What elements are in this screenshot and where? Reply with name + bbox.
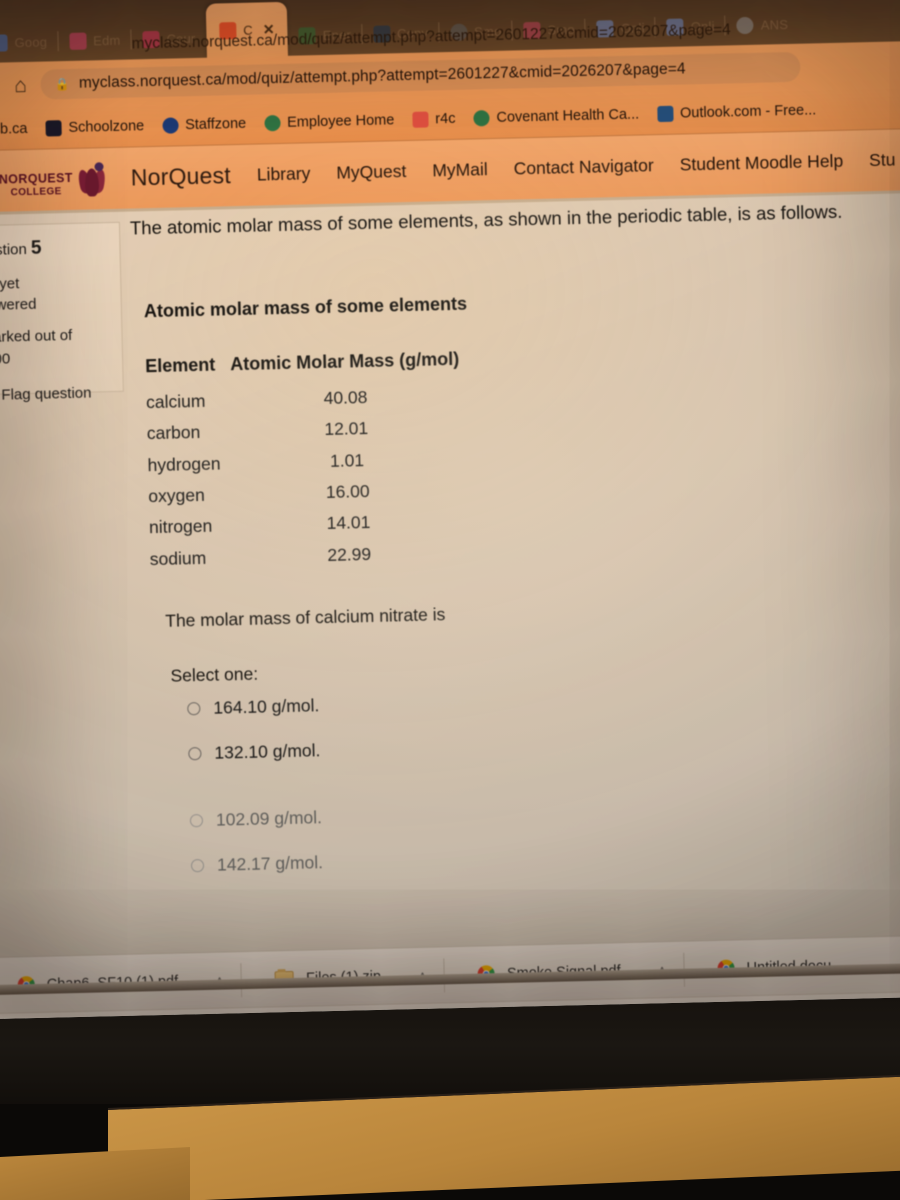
bookmark-label: r4c — [435, 110, 456, 127]
browser-tab[interactable]: ANS — [725, 4, 799, 46]
radio-button[interactable] — [187, 702, 201, 716]
answer-label: 132.10 g/mol. — [214, 740, 321, 763]
schoolzone-icon — [45, 119, 62, 137]
radio-button[interactable] — [188, 747, 202, 761]
cell-mass: 22.99 — [327, 543, 372, 565]
question-label: uestion — [0, 241, 28, 260]
staffzone-icon — [161, 116, 179, 134]
outlook-icon — [656, 105, 674, 122]
bookmark-item[interactable]: Outlook.com - Free... — [656, 101, 817, 122]
r4c-icon — [412, 111, 429, 128]
bookmark-item[interactable]: r4c — [412, 110, 456, 128]
nav-link-mymail[interactable]: MyMail — [432, 159, 488, 181]
edmonton-icon — [68, 32, 87, 50]
radio-button[interactable] — [190, 859, 205, 873]
answer-label: 142.17 g/mol. — [216, 852, 324, 875]
bookmark-label: Staffzone — [184, 115, 247, 133]
logo-line-1: NORQUEST — [0, 170, 73, 187]
bookmark-label: .epsb.ca — [0, 120, 28, 138]
answer-option[interactable]: 132.10 g/mol. — [188, 726, 900, 764]
flag-label: Flag question — [1, 384, 92, 404]
column-header-element: Element — [145, 354, 216, 377]
question-number-value: 5 — [30, 237, 42, 259]
question-marks: Marked out of 1.00 — [0, 324, 112, 371]
cell-element: calcium — [145, 390, 206, 413]
browser-tab[interactable]: Goog — [0, 21, 59, 63]
answer-label: 164.10 g/mol. — [213, 695, 320, 718]
marked-label: Marked out of — [0, 327, 73, 347]
laptop-screen: Goog Edm Cour C ✕ Ener Conv Smo Smo Onli… — [0, 0, 900, 1020]
nav-link-student-moodle-help[interactable]: Student Moodle Help — [680, 151, 844, 176]
status-line-2: nswered — [0, 296, 37, 315]
tab-label: Goog — [14, 33, 48, 50]
answer-option[interactable]: 142.17 g/mol. — [190, 838, 900, 876]
cell-element: oxygen — [148, 484, 205, 507]
select-one-label: Select one: — [170, 663, 259, 686]
question-content: The atomic molar mass of some elements, … — [120, 193, 900, 878]
cell-element: sodium — [149, 547, 207, 569]
laptop-photo: Goog Edm Cour C ✕ Ener Conv Smo Smo Onli… — [0, 0, 900, 1200]
url-text: myclass.norquest.ca/mod/quiz/attempt.php… — [78, 60, 686, 92]
answer-option[interactable]: 164.10 g/mol. — [187, 681, 900, 719]
answer-option[interactable]: 102.09 g/mol. — [189, 793, 900, 831]
question-number: uestion 5 — [0, 233, 110, 264]
desk-surface-left — [0, 1147, 190, 1200]
cell-element: hydrogen — [147, 453, 221, 475]
cell-element: carbon — [146, 422, 201, 444]
bookmark-label: Outlook.com - Free... — [679, 101, 817, 122]
nav-link-contact-navigator[interactable]: Contact Navigator — [513, 155, 654, 179]
browser-tab[interactable]: Edm — [58, 19, 132, 61]
bookmark-label: Employee Home — [286, 111, 395, 131]
home-icon[interactable]: ⌂ — [14, 73, 27, 96]
bookmark-item[interactable]: Covenant Health Ca... — [473, 106, 639, 126]
answer-label: 102.09 g/mol. — [215, 807, 323, 830]
status-line-1: lot yet — [0, 274, 20, 293]
nav-link-myquest[interactable]: MyQuest — [336, 161, 407, 184]
bookmark-item[interactable]: Staffzone — [161, 115, 247, 134]
bookmark-item[interactable]: Schoolzone — [45, 117, 145, 137]
question-info-box: uestion 5 lot yet nswered Marked out of … — [0, 221, 124, 403]
nav-link-student[interactable]: Stu — [869, 150, 896, 172]
radio-button[interactable] — [189, 814, 204, 828]
google-docs-icon — [0, 33, 8, 52]
table-row: sodium 22.99 — [149, 537, 464, 576]
cell-element: nitrogen — [148, 516, 213, 538]
quiz-page: uestion 5 lot yet nswered Marked out of … — [0, 192, 900, 958]
question-prompt: The molar mass of calcium nitrate is — [165, 604, 446, 631]
logo-line-2: COLLEGE — [10, 185, 62, 198]
marked-value: 1.00 — [0, 350, 11, 368]
bookmark-item[interactable]: .epsb.ca — [0, 120, 28, 138]
flag-question-button[interactable]: ⚑ Flag question — [0, 382, 113, 407]
elements-table: Element Atomic Molar Mass (g/mol) calciu… — [145, 349, 464, 575]
tab-label: Edm — [92, 32, 121, 48]
globe-icon — [263, 114, 281, 131]
question-status: lot yet nswered — [0, 271, 111, 318]
lock-icon: 🔒 — [54, 76, 71, 92]
bookmark-item[interactable]: Employee Home — [263, 111, 395, 131]
brand-name[interactable]: NorQuest — [131, 162, 232, 191]
tulip-icon — [75, 161, 108, 197]
globe-icon — [473, 109, 490, 126]
bookmark-label: Schoolzone — [68, 117, 145, 136]
globe-icon — [736, 16, 754, 34]
answer-options: 164.10 g/mol. 132.10 g/mol. 102.09 g/mol… — [187, 681, 900, 876]
table-caption: Atomic molar mass of some elements — [143, 293, 468, 322]
tab-label: ANS — [760, 16, 789, 33]
bookmark-label: Covenant Health Ca... — [496, 106, 640, 126]
logo-wordmark: NORQUEST COLLEGE — [0, 170, 73, 198]
norquest-logo[interactable]: NORQUEST COLLEGE — [0, 161, 108, 198]
nav-link-library[interactable]: Library — [257, 163, 311, 185]
